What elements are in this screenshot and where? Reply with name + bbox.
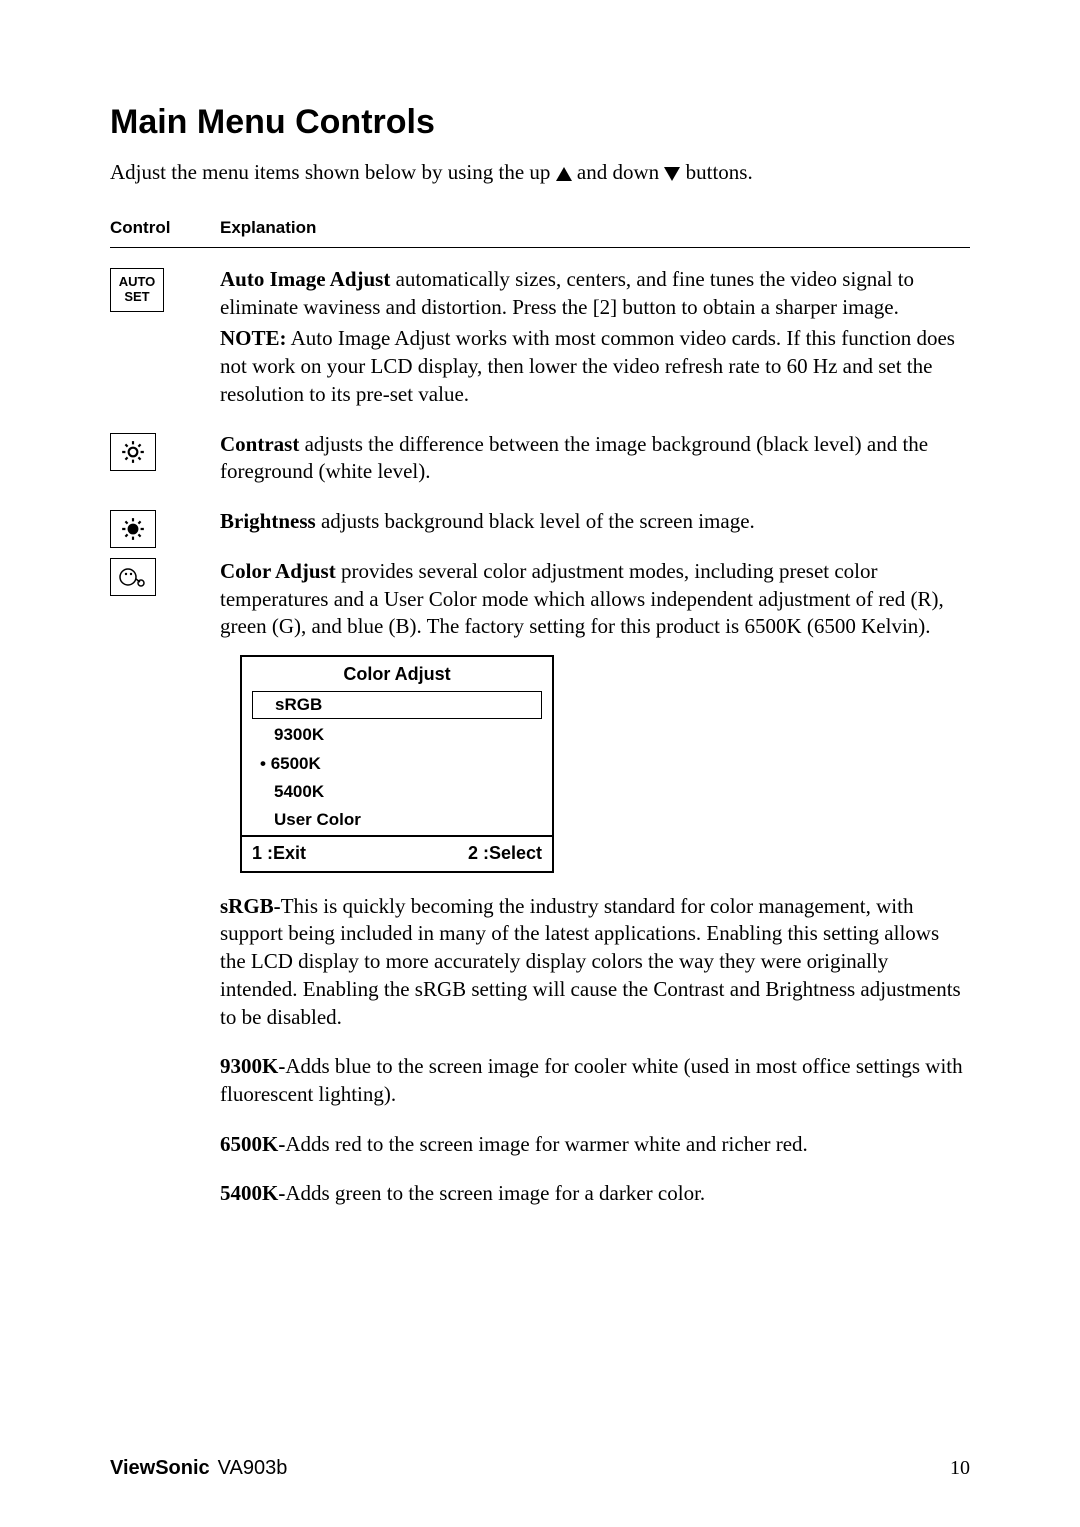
- osd-item-srgb[interactable]: sRGB: [252, 691, 542, 719]
- intro-post: buttons.: [680, 160, 752, 184]
- contrast-text: adjusts the difference between the image…: [220, 432, 928, 484]
- 5400k-text: Adds green to the screen image for a dar…: [285, 1181, 705, 1205]
- 9300k-text: Adds blue to the screen image for cooler…: [220, 1054, 963, 1106]
- contrast-icon: [110, 433, 156, 471]
- table-header: Control Explanation: [110, 217, 970, 248]
- intro-mid: and down: [572, 160, 665, 184]
- osd-exit-label[interactable]: 1 :Exit: [252, 842, 306, 866]
- contrast-title: Contrast: [220, 432, 299, 456]
- down-arrow-icon: [664, 167, 680, 181]
- color-adjust-icon: [110, 558, 156, 596]
- color-adjust-title: Color Adjust: [220, 559, 336, 583]
- auto-image-adjust-title: Auto Image Adjust: [220, 267, 390, 291]
- page-footer: ViewSonic VA903b 10: [110, 1455, 970, 1481]
- row-auto-image-adjust: AUTO SET Auto Image Adjust automatically…: [110, 266, 970, 409]
- 5400k-title: 5400K-: [220, 1181, 285, 1205]
- srgb-desc: sRGB-This is quickly becoming the indust…: [220, 893, 970, 1032]
- osd-menu-footer: 1 :Exit 2 :Select: [242, 835, 552, 871]
- note-label: NOTE:: [220, 326, 287, 350]
- 9300k-title: 9300K-: [220, 1054, 285, 1078]
- auto-set-icon: AUTO SET: [110, 268, 164, 312]
- osd-color-adjust-menu: Color Adjust sRGB 9300K 6500K 5400K User…: [240, 655, 554, 873]
- auto-image-adjust-note: NOTE: Auto Image Adjust works with most …: [220, 325, 970, 408]
- footer-model: VA903b: [218, 1457, 288, 1479]
- column-header-explanation: Explanation: [220, 217, 970, 239]
- brightness-title: Brightness: [220, 509, 316, 533]
- 9300k-desc: 9300K-Adds blue to the screen image for …: [220, 1053, 970, 1108]
- osd-menu-title: Color Adjust: [242, 657, 552, 691]
- column-header-control: Control: [110, 217, 220, 239]
- 5400k-desc: 5400K-Adds green to the screen image for…: [220, 1180, 970, 1208]
- brightness-text: adjusts background black level of the sc…: [316, 509, 755, 533]
- intro-text: Adjust the menu items shown below by usi…: [110, 159, 970, 187]
- page-title: Main Menu Controls: [110, 100, 970, 145]
- osd-item-user-color[interactable]: User Color: [252, 806, 542, 834]
- row-contrast: Contrast adjusts the difference between …: [110, 431, 970, 486]
- 6500k-desc: 6500K-Adds red to the screen image for w…: [220, 1131, 970, 1159]
- 6500k-title: 6500K-: [220, 1132, 285, 1156]
- osd-item-6500k[interactable]: 6500K: [252, 750, 542, 778]
- note-text: Auto Image Adjust works with most common…: [220, 326, 955, 405]
- auto-image-adjust-desc: Auto Image Adjust automatically sizes, c…: [220, 266, 970, 321]
- brightness-desc: Brightness adjusts background black leve…: [220, 508, 970, 536]
- osd-select-label[interactable]: 2 :Select: [468, 842, 542, 866]
- footer-brand: ViewSonic: [110, 1457, 210, 1479]
- contrast-desc: Contrast adjusts the difference between …: [220, 431, 970, 486]
- intro-pre: Adjust the menu items shown below by usi…: [110, 160, 556, 184]
- osd-item-5400k[interactable]: 5400K: [252, 778, 542, 806]
- brightness-icon: [110, 510, 156, 548]
- osd-item-9300k[interactable]: 9300K: [252, 721, 542, 749]
- page-number: 10: [950, 1455, 970, 1481]
- row-brightness-color: Brightness adjusts background black leve…: [110, 508, 970, 1230]
- osd-menu-list: sRGB 9300K 6500K 5400K User Color: [242, 691, 552, 835]
- 6500k-text: Adds red to the screen image for warmer …: [285, 1132, 807, 1156]
- up-arrow-icon: [556, 167, 572, 181]
- srgb-text: This is quickly becoming the industry st…: [220, 894, 961, 1029]
- color-adjust-desc: Color Adjust provides several color adju…: [220, 558, 970, 641]
- srgb-title: sRGB-: [220, 894, 281, 918]
